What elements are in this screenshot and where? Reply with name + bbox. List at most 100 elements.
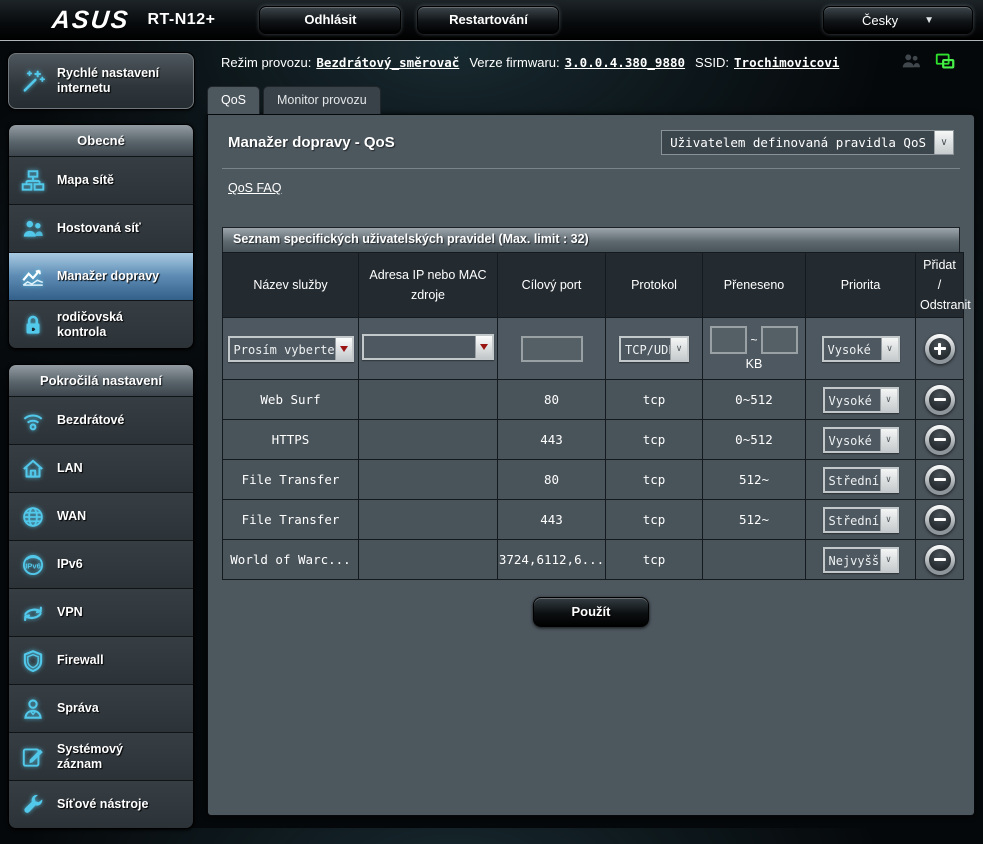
rule-source [359,500,498,540]
reboot-button[interactable]: Restartování [417,6,559,34]
rule-source [359,540,498,580]
priority-select[interactable]: Vysoké ∨ [823,427,899,453]
svg-text:IPv6: IPv6 [25,561,41,570]
rule-port: 443 [498,500,606,540]
network-map-icon [15,168,51,194]
chevron-down-icon: ∨ [934,131,953,154]
sidebar-item-traffic-manager[interactable]: Manažer dopravy [9,252,193,300]
chevron-down-icon[interactable]: ∨ [881,338,898,360]
logout-button[interactable]: Odhlásit [259,6,401,34]
dest-port-input[interactable] [521,336,583,362]
firmware-version-link[interactable]: 3.0.0.4.380_9880 [565,55,685,70]
sidebar-item-administration[interactable]: Správa [9,684,193,732]
priority-select[interactable]: Střední ∨ [823,467,899,493]
clients-icon[interactable] [899,50,923,75]
sidebar-item-vpn[interactable]: VPN [9,588,193,636]
divider [222,168,960,169]
sidebar-item-wireless[interactable]: Bezdrátové [9,396,193,444]
sidebar-item-label: rodičovská kontrola [57,310,157,340]
sidebar-group-general: Obecné Mapa sítě Host [8,124,194,349]
apply-button[interactable]: Použít [533,597,649,627]
chevron-down-icon[interactable]: ∨ [880,389,897,411]
col-source: Adresa IP nebo MAC zdroje [359,253,498,318]
rules-table: Název služby Adresa IP nebo MAC zdroje C… [222,252,964,580]
qos-type-select[interactable]: Uživatelem definovaná pravidla QoS ∨ [661,130,954,155]
sidebar-item-quick-setup[interactable]: Rychlé nastavení internetu [8,53,194,109]
rule-source [359,460,498,500]
delete-rule-button[interactable] [925,545,955,575]
rule-protocol: tcp [606,420,703,460]
rule-protocol: tcp [606,540,703,580]
sidebar-item-parental-control[interactable]: rodičovská kontrola [9,300,193,348]
globe-icon [15,504,51,530]
rule-name: Web Surf [223,380,359,420]
table-row: HTTPS 443 tcp 0~512 Vysoké ∨ [223,420,964,460]
table-row: File Transfer 80 tcp 512~ Střední ∨ [223,460,964,500]
transferred-min-input[interactable] [710,326,747,354]
priority-value: Vysoké [825,429,880,451]
rules-table-banner: Seznam specifických uživatelských pravid… [222,227,960,252]
sidebar-item-guest-network[interactable]: Hostovaná síť [9,204,193,252]
rule-protocol: tcp [606,380,703,420]
qos-panel: Manažer dopravy - QoS Uživatelem definov… [207,114,975,816]
delete-rule-button[interactable] [925,505,955,535]
sidebar-item-lan[interactable]: LAN [9,444,193,492]
transferred-max-input[interactable] [761,326,798,354]
col-priority: Priorita [806,253,916,318]
rule-transferred: 0~512 [703,420,806,460]
sidebar-item-ipv6[interactable]: IPv6 IPv6 [9,540,193,588]
priority-select[interactable]: Vysoké ∨ [822,336,900,362]
tab-traffic-monitor[interactable]: Monitor provozu [263,86,381,114]
tab-qos[interactable]: QoS [207,86,260,114]
service-name-value: Prosím vyberte [230,338,335,360]
combo-arrow-icon[interactable] [335,338,352,360]
sidebar-group-advanced: Pokročilá nastavení Bezdrátové LAN [8,364,194,829]
sidebar-item-system-log[interactable]: Systémový záznam [9,732,193,780]
add-rule-button[interactable] [925,334,955,364]
sidebar-group-header: Pokročilá nastavení [9,365,193,396]
sidebar-item-label: Manažer dopravy [57,269,159,284]
delete-rule-button[interactable] [925,385,955,415]
chevron-down-icon[interactable]: ∨ [880,469,897,491]
language-select[interactable]: Česky ▼ [823,6,973,34]
chevron-down-icon[interactable]: ∨ [670,338,687,360]
ssid-link[interactable]: Trochimovicovi [734,55,839,70]
log-pencil-icon [15,744,51,770]
chevron-down-icon[interactable]: ∨ [880,429,897,451]
priority-select[interactable]: Vysoké ∨ [823,387,899,413]
chevron-down-icon[interactable]: ∨ [880,549,897,571]
traffic-chart-icon [15,264,51,290]
vpn-arrows-icon [15,600,51,626]
source-address-value [364,336,475,358]
sidebar-item-firewall[interactable]: Firewall [9,636,193,684]
protocol-select[interactable]: TCP/UDP ∨ [619,336,689,362]
magic-wand-icon [15,67,51,95]
combo-arrow-icon[interactable] [475,336,492,358]
guest-network-icon [15,216,51,242]
operation-mode-link[interactable]: Bezdrátový_směrovač [316,55,459,70]
sidebar-item-label: Firewall [57,653,104,668]
sidebar-item-label: Správa [57,701,99,716]
status-infobar: Režim provozu: Bezdrátový_směrovač Verze… [207,50,975,74]
sidebar-item-network-map[interactable]: Mapa sítě [9,156,193,204]
router-model: RT-N12+ [147,11,215,29]
source-address-combo[interactable] [362,334,494,360]
priority-select[interactable]: Střední ∨ [823,507,899,533]
delete-rule-button[interactable] [925,425,955,455]
priority-select[interactable]: Nejvyšší ∨ [823,547,899,573]
service-name-combo[interactable]: Prosím vyberte [228,336,354,362]
chevron-down-icon[interactable]: ∨ [880,509,897,531]
page-title: Manažer dopravy - QoS [228,134,395,151]
rule-name: World of Warc... [223,540,359,580]
sidebar-item-network-tools[interactable]: Síťové nástroje [9,780,193,828]
sidebar-item-wan[interactable]: WAN [9,492,193,540]
wired-status-icon[interactable] [933,50,957,75]
qos-faq-link[interactable]: QoS FAQ [228,181,282,195]
new-rule-input-row: Prosím vyberte TCP/UDP [223,318,964,380]
tab-bar: QoS Monitor provozu [207,86,975,114]
delete-rule-button[interactable] [925,465,955,495]
lock-icon [15,312,51,338]
qos-type-value: Uživatelem definovaná pravidla QoS [662,131,934,154]
person-icon [15,696,51,722]
rule-source [359,420,498,460]
